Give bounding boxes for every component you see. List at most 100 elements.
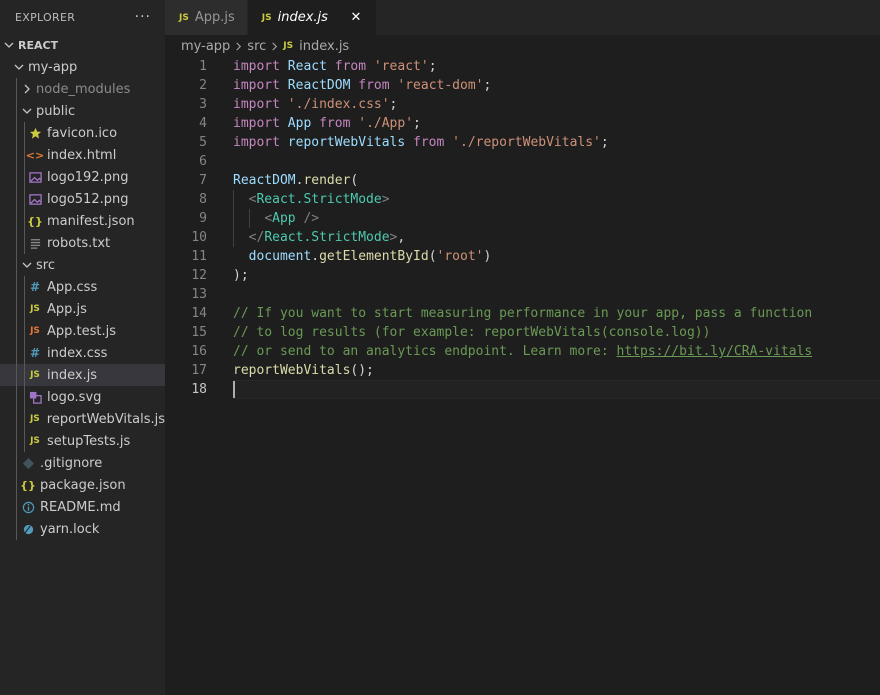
code-token: from [358, 78, 390, 93]
indent-guide [16, 320, 17, 342]
tree-item-yarn-lock[interactable]: yarn.lock [0, 518, 165, 540]
tree-item-gitignore[interactable]: .gitignore [0, 452, 165, 474]
indent-guide [16, 78, 17, 100]
line-number: 14 [191, 306, 207, 321]
tree-item-label: README.md [40, 499, 121, 515]
tree-item-manifest-json[interactable]: {} manifest.json [0, 210, 165, 232]
tree-item-app-test-js[interactable]: JS App.test.js [0, 320, 165, 342]
code-token: ( [428, 249, 437, 264]
line-number: 11 [191, 249, 207, 264]
code-text: import App from './App'; [233, 114, 421, 133]
line-number: 2 [199, 78, 207, 93]
css-file-icon: # [29, 280, 41, 294]
code-token: ReactDOM [233, 173, 296, 188]
code-token[interactable]: https://bit.ly/CRA-vitals [617, 344, 813, 359]
css-file-icon: # [29, 346, 41, 360]
code-token: reportWebVitals [287, 135, 406, 150]
code-token: ; [389, 97, 398, 112]
svg-file-icon [27, 391, 43, 404]
yarn-file-icon [20, 523, 36, 536]
code-line: 18 [165, 380, 880, 399]
tree-item-robots-txt[interactable]: robots.txt [0, 232, 165, 254]
tab-app-js[interactable]: JS App.js [165, 0, 248, 35]
tree-item-readme-md[interactable]: README.md [0, 496, 165, 518]
tree-item-index-js[interactable]: JS index.js [0, 364, 165, 386]
workspace-section-label: REACT [18, 38, 59, 52]
breadcrumb-file[interactable]: index.js [299, 39, 349, 54]
explorer-sidebar: EXPLORER ··· REACT my-app node_modules pub… [0, 0, 165, 695]
tree-item-setuptests-js[interactable]: JS setupTests.js [0, 430, 165, 452]
workspace-section-header[interactable]: REACT [0, 34, 165, 56]
tab-index-js[interactable]: JS index.js ✕ [247, 0, 377, 35]
indent-guide [16, 210, 17, 232]
tree-item-logo512-png[interactable]: logo512.png [0, 188, 165, 210]
tree-item-label: .gitignore [40, 455, 103, 471]
code-text: ReactDOM.render( [233, 171, 358, 190]
more-actions-icon[interactable]: ··· [135, 9, 151, 25]
line-number: 15 [191, 325, 207, 340]
code-line: 8 <React.StrictMode> [165, 190, 880, 209]
tree-item-my-app[interactable]: my-app [0, 56, 165, 78]
tree-item-index-css[interactable]: # index.css [0, 342, 165, 364]
js-file-icon: JS [30, 436, 40, 446]
code-token: import [233, 135, 280, 150]
text-file-icon [27, 237, 43, 250]
image-file-icon [27, 171, 43, 184]
tree-item-index-html[interactable]: <> index.html [0, 144, 165, 166]
code-editor[interactable]: 1 import React from 'react'; 2 import React… [165, 57, 880, 695]
tree-item-logo192-png[interactable]: logo192.png [0, 166, 165, 188]
tree-item-package-json[interactable]: {} package.json [0, 474, 165, 496]
breadcrumb: my-app src JS index.js [165, 35, 880, 57]
indent-guide [16, 496, 17, 518]
line-number: 13 [191, 287, 207, 302]
tree-item-label: node_modules [36, 81, 131, 97]
code-line: 11 document.getElementById('root') [165, 247, 880, 266]
tree-item-reportwebvitals-js[interactable]: JS reportWebVitals.js [0, 408, 165, 430]
line-number: 6 [199, 154, 207, 169]
text-cursor [233, 381, 235, 398]
code-token: < [264, 211, 273, 226]
breadcrumb-src[interactable]: src [247, 39, 266, 54]
indent-guide [16, 474, 17, 496]
code-token: /> [303, 211, 320, 226]
code-token: React [287, 59, 327, 74]
code-text: document.getElementById('root') [233, 247, 492, 266]
line-number: 10 [191, 230, 207, 245]
tree-item-label: my-app [28, 59, 78, 75]
code-line: 6 [165, 152, 880, 171]
line-number: 4 [199, 116, 207, 131]
tree-item-label: public [36, 103, 76, 119]
tree-item-favicon-ico[interactable]: favicon.ico [0, 122, 165, 144]
tree-item-label: reportWebVitals.js [46, 411, 165, 427]
code-token: . [311, 249, 320, 264]
breadcrumb-my-app[interactable]: my-app [181, 39, 230, 54]
indent-guide [16, 298, 17, 320]
tree-item-logo-svg[interactable]: logo.svg [0, 386, 165, 408]
code-token: from [413, 135, 445, 150]
current-line-highlight [233, 380, 880, 399]
tree-item-src[interactable]: src [0, 254, 165, 276]
tree-item-app-css[interactable]: # App.css [0, 276, 165, 298]
tree-item-node-modules[interactable]: node_modules [0, 78, 165, 100]
tree-item-label: App.css [47, 279, 98, 295]
code-token: import [233, 78, 280, 93]
code-text: import React from 'react'; [233, 57, 437, 76]
indent-guide [24, 386, 25, 408]
info-icon [20, 501, 36, 514]
code-text: </React.StrictMode>, [233, 228, 406, 247]
indent-guide [24, 430, 25, 452]
code-line: 9 <App /> [165, 209, 880, 228]
close-icon[interactable]: ✕ [348, 10, 364, 26]
line-number: 16 [191, 344, 207, 359]
indent-guide [16, 452, 17, 474]
code-token: App [272, 211, 296, 226]
code-token: './reportWebVitals' [452, 135, 601, 150]
code-text: <App /> [233, 209, 319, 228]
tree-item-public[interactable]: public [0, 100, 165, 122]
tree-item-app-js[interactable]: JS App.js [0, 298, 165, 320]
